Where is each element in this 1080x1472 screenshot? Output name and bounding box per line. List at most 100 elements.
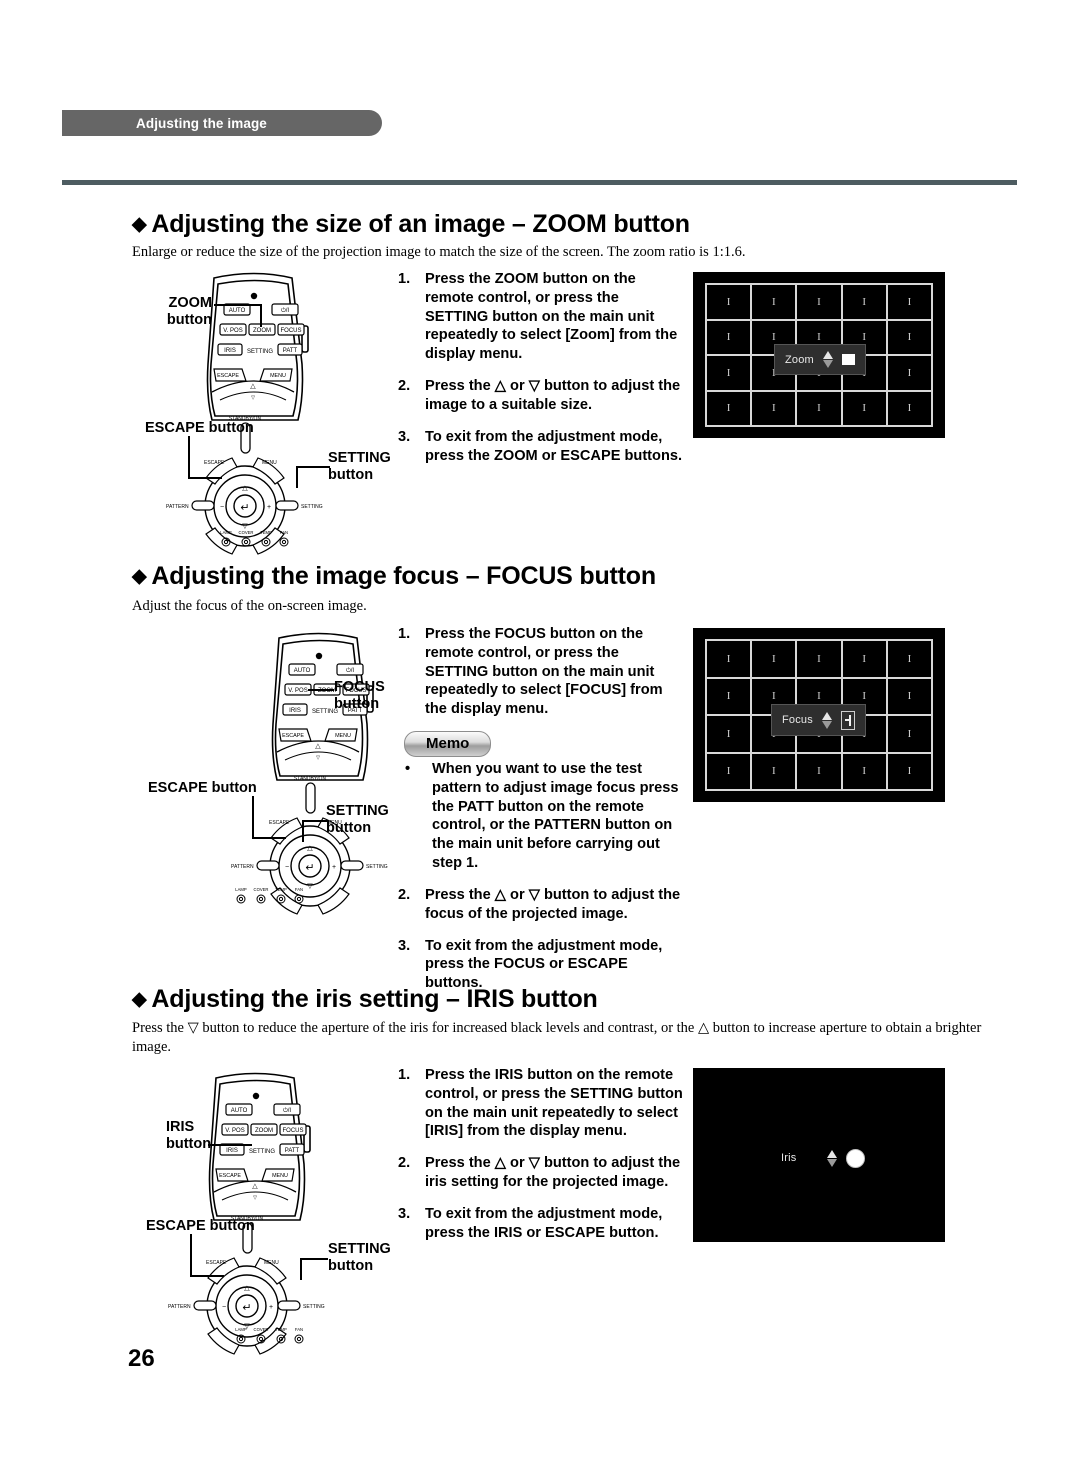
steps-list-zoom: 1. Press the ZOOM button on the remote c… [398, 270, 684, 478]
running-header-bar: Adjusting the image [62, 110, 382, 136]
projected-screen-focus: I I I I I I I I I I I I I I I I I I I I … [693, 628, 945, 802]
section-heading-focus-text: Adjusting the image focus – FOCUS button [151, 562, 656, 590]
svg-text:+: + [332, 864, 336, 871]
step-item: 3. To exit from the adjustment mode, pre… [398, 428, 684, 466]
svg-text:▽: ▽ [316, 755, 320, 761]
grid-cell: I [797, 391, 843, 427]
svg-text:−: − [285, 864, 289, 871]
step-text: To exit from the adjustment mode, press … [425, 1205, 663, 1241]
diamond-bullet-icon: ◆ [132, 989, 147, 1010]
arrow-up-icon [821, 711, 832, 720]
step-number: 2. [398, 886, 411, 903]
callout-iris-button-line1: IRIS [166, 1119, 195, 1135]
leader-line-focus-h [308, 689, 334, 691]
svg-text:MENU: MENU [270, 373, 286, 379]
grid-cell: I [707, 391, 753, 427]
callout-setting-iris-line1: SETTING [328, 1241, 391, 1257]
section-heading-focus: ◆ Adjusting the image focus – FOCUS butto… [132, 562, 656, 591]
grid-cell: I [887, 391, 933, 427]
svg-text:△: △ [250, 383, 256, 390]
svg-text:SETTING: SETTING [303, 1304, 325, 1310]
svg-text:COVER: COVER [239, 530, 254, 535]
svg-text:COVER: COVER [254, 1327, 269, 1332]
grid-cell: I [887, 753, 933, 791]
callout-setting-focus-line1: SETTING [326, 803, 389, 819]
step-number: 3. [398, 1205, 411, 1222]
step-number: 1. [398, 626, 411, 642]
grid-cell: I [752, 641, 798, 679]
step-item: 2. Press the △ or ▽ button to adjust the… [398, 886, 684, 924]
section-heading-zoom: ◆ Adjusting the size of an image – ZOOM b… [132, 210, 690, 239]
leader-line-escape-iris-v [190, 1234, 192, 1276]
callout-iris-button-line2: button [166, 1135, 212, 1152]
grid-cell: I [707, 716, 753, 754]
leader-line-escape-focus-v [252, 796, 254, 838]
step-text: Press the ZOOM button on the remote cont… [425, 271, 678, 363]
status-indicator-row-iris: LAMP COVER TEMP FAN [235, 1327, 304, 1344]
svg-text:LAMP: LAMP [220, 530, 232, 535]
svg-text:+: + [269, 1304, 273, 1311]
section-intro-focus: Adjust the focus of the on-screen image. [132, 598, 367, 614]
leader-line-zoom-v [260, 304, 262, 327]
page-number: 26 [128, 1345, 155, 1372]
step-text: Press the △ or ▽ button to adjust the fo… [425, 886, 681, 922]
grid-cell: I [887, 356, 933, 392]
header-divider-rule [62, 180, 1017, 185]
svg-text:△: △ [252, 1183, 258, 1190]
step-text: Press the △ or ▽ button to adjust the ir… [425, 1155, 681, 1191]
step-number: 1. [398, 1067, 411, 1083]
arrow-down-icon [822, 360, 833, 368]
svg-text:ZOOM: ZOOM [255, 1128, 273, 1134]
callout-escape-button-focus: ESCAPE button [148, 780, 257, 796]
step-item: 1. Press the ZOOM button on the remote c… [398, 270, 684, 364]
grid-cell: I [752, 285, 798, 321]
svg-text:FAN: FAN [280, 530, 288, 535]
diamond-bullet-icon: ◆ [132, 566, 147, 587]
remote-control-illustration-iris: AUTO ⏻/I V. POS ZOOM FOCUS IRIS SETTING … [168, 1072, 325, 1355]
step-item: 1. Press the FOCUS button on the remote … [398, 625, 684, 719]
svg-text:FOCUS: FOCUS [281, 328, 302, 334]
osd-label-zoom: Zoom [785, 353, 814, 366]
step-text: To exit from the adjustment mode, press … [425, 428, 683, 464]
remote-control-illustration-focus: AUTO ⏻/I V. POS ZOOM FOCUS IRIS SETTING … [231, 632, 388, 915]
svg-text:⏻/I: ⏻/I [346, 667, 354, 674]
status-indicator-row-focus: LAMP COVER TEMP FAN [235, 887, 304, 904]
svg-text:PATT: PATT [283, 348, 298, 354]
svg-text:TEMP: TEMP [260, 530, 272, 535]
grid-cell: I [752, 753, 798, 791]
svg-text:ESCAPE: ESCAPE [204, 460, 225, 466]
leader-line-setting-focus-h [302, 820, 328, 822]
svg-text:⏻/I: ⏻/I [283, 1107, 291, 1114]
osd-overlay-zoom: Zoom [774, 344, 866, 375]
svg-text:⏻/I: ⏻/I [281, 307, 289, 314]
callout-setting-zoom-line2: button [328, 466, 374, 483]
callout-zoom-button-line1: ZOOM [168, 295, 213, 311]
section-heading-iris: ◆ Adjusting the iris setting – IRIS butto… [132, 985, 598, 1014]
svg-text:V. POS: V. POS [225, 1128, 244, 1134]
grid-cell: I [707, 641, 753, 679]
osd-overlay-focus: Focus [771, 704, 866, 736]
svg-text:PATTERN: PATTERN [166, 504, 189, 510]
callout-setting-button-iris: SETTING button [328, 1241, 391, 1274]
grid-cell: I [842, 391, 888, 427]
osd-updown-arrows-icon [827, 1149, 838, 1167]
svg-text:IRIS: IRIS [224, 348, 236, 354]
svg-text:△: △ [315, 743, 321, 750]
grid-cell: I [887, 678, 933, 716]
arrow-down-icon [827, 1158, 838, 1167]
step-item: 2. Press the △ or ▽ button to adjust the… [398, 377, 684, 415]
svg-text:TEMP: TEMP [275, 1327, 287, 1332]
grid-cell: I [707, 285, 753, 321]
callout-setting-zoom-line1: SETTING [328, 450, 391, 466]
svg-text:△: △ [307, 845, 313, 852]
memo-bullet-item: • When you want to use the test pattern … [398, 760, 684, 873]
svg-text:V. POS: V. POS [288, 688, 307, 694]
svg-text:AUTO: AUTO [229, 308, 246, 314]
svg-text:MENU: MENU [272, 1173, 288, 1179]
projected-screen-iris: Iris [693, 1068, 945, 1242]
memo-badge: Memo [404, 731, 492, 757]
grid-cell: I [707, 320, 753, 356]
svg-text:PATT: PATT [285, 1148, 300, 1154]
svg-text:+: + [267, 504, 271, 511]
grid-cell: I [842, 285, 888, 321]
